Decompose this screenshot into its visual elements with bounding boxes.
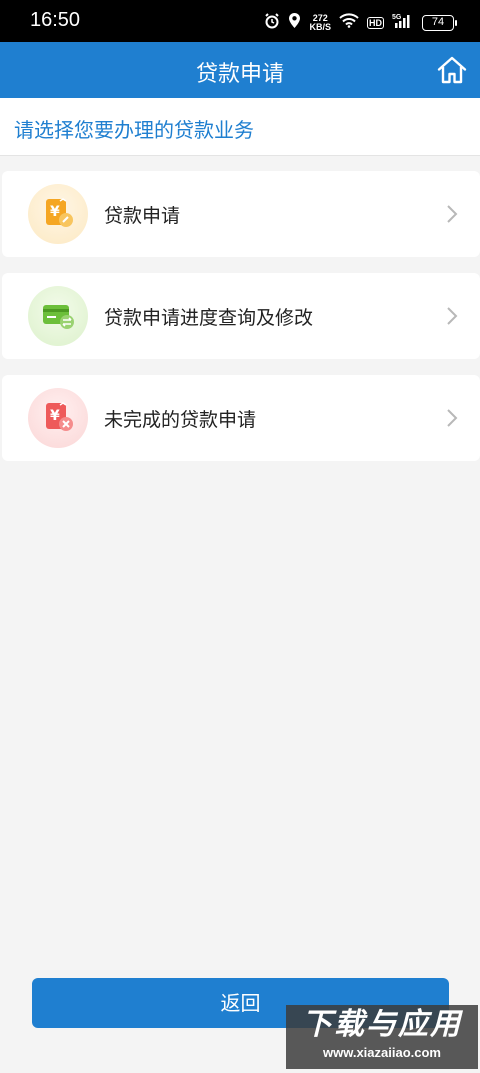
battery-indicator: 74: [422, 14, 457, 31]
menu-item-label: 未完成的贷款申请: [104, 409, 257, 431]
home-icon: [437, 56, 467, 84]
signal-icon: 5G: [392, 13, 414, 33]
net-speed-unit: KB/S: [309, 21, 331, 32]
watermark-main: 下载与应用: [302, 1007, 462, 1042]
loan-unfinished-icon: ¥: [28, 388, 88, 448]
loan-progress-icon: [28, 286, 88, 346]
home-button[interactable]: [436, 54, 468, 86]
svg-text:¥: ¥: [50, 204, 60, 220]
nav-bar: 贷款申请: [0, 42, 480, 98]
svg-text:5G: 5G: [392, 14, 402, 21]
chevron-right-icon: [447, 409, 458, 427]
section-title: 请选择您要办理的贷款业务: [14, 118, 254, 142]
status-icons: 272 KB/S HD 5G 74: [264, 12, 457, 33]
menu-item-label: 贷款申请: [104, 205, 181, 227]
menu-item-loan-progress[interactable]: 贷款申请进度查询及修改: [2, 273, 480, 359]
loan-apply-icon: ¥: [28, 184, 88, 244]
network-speed: 272 KB/S: [309, 13, 331, 32]
location-icon: [288, 12, 301, 33]
alarm-icon: [264, 12, 280, 33]
watermark: 下载与应用 www.xiazaiiao.com: [286, 1005, 478, 1069]
watermark-sub: www.xiazaiiao.com: [322, 1045, 441, 1060]
status-bar: 16:50 272 KB/S HD 5G 74: [0, 0, 480, 42]
menu-item-loan-apply[interactable]: ¥ 贷款申请: [2, 171, 480, 257]
chevron-right-icon: [447, 205, 458, 223]
hd-badge: HD: [367, 16, 384, 29]
chevron-right-icon: [447, 307, 458, 325]
wifi-icon: [339, 13, 359, 32]
menu-item-label: 贷款申请进度查询及修改: [104, 307, 314, 329]
svg-text:¥: ¥: [50, 408, 60, 424]
status-time: 16:50: [30, 9, 81, 31]
page-title: 贷款申请: [195, 62, 284, 87]
menu-item-loan-unfinished[interactable]: ¥ 未完成的贷款申请: [2, 375, 480, 461]
section-header: 请选择您要办理的贷款业务: [0, 98, 480, 156]
